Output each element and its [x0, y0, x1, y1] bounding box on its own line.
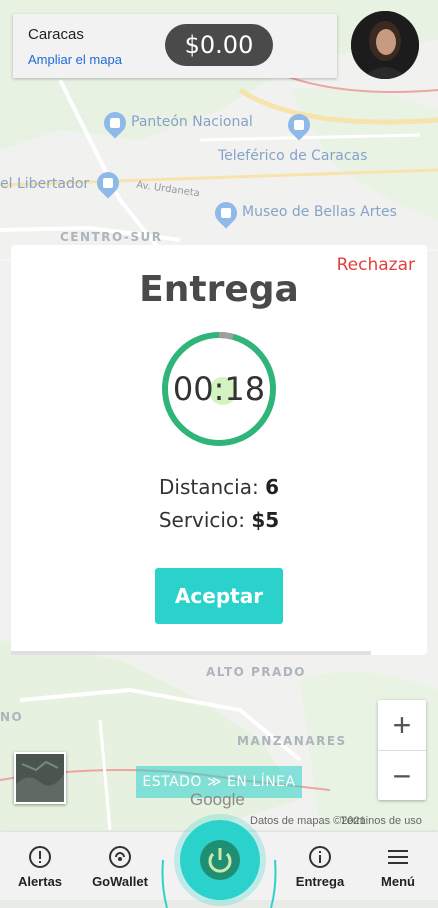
satellite-thumbnail-icon — [16, 754, 64, 802]
nav-label-wallet: GoWallet — [92, 874, 148, 889]
accept-button[interactable]: Aceptar — [155, 568, 283, 624]
zoom-controls: + − — [378, 700, 426, 800]
nav-item-wallet[interactable]: GoWallet — [82, 844, 158, 889]
city-name: Caracas — [28, 26, 84, 43]
menu-icon — [360, 844, 436, 872]
balance-badge: $0.00 — [165, 24, 273, 66]
google-logo: Google — [190, 790, 245, 809]
nav-item-delivery[interactable]: Entrega — [282, 844, 358, 889]
nav-label-alerts: Alertas — [17, 874, 63, 889]
distance-row: Distancia: 6 — [11, 475, 427, 499]
delivery-request-dialog: Rechazar Entrega 00:18 Distancia: 6 Serv… — [11, 245, 427, 655]
expand-map-link[interactable]: Ampliar el mapa — [28, 52, 122, 67]
map-type-toggle[interactable] — [14, 752, 66, 804]
dialog-progress-bar — [11, 651, 371, 655]
zoom-in-button[interactable]: + — [378, 700, 426, 750]
wallet-icon — [82, 844, 158, 872]
countdown-timer: 00:18 — [172, 370, 266, 408]
service-value: $5 — [251, 508, 280, 532]
service-label: Servicio: — [158, 508, 245, 532]
online-toggle-button[interactable] — [180, 820, 260, 900]
service-row: Servicio: $5 — [11, 508, 427, 532]
location-card: Caracas Ampliar el mapa $0.00 — [13, 14, 337, 78]
status-label: ESTADO — [142, 774, 202, 790]
nav-item-menu[interactable]: Menú — [360, 844, 436, 889]
distance-label: Distancia: — [159, 475, 259, 499]
nav-item-alerts[interactable]: Alertas — [2, 844, 78, 889]
status-separator: ≫ — [206, 774, 223, 790]
status-value: EN LÍNEA — [227, 774, 296, 790]
power-icon — [200, 840, 240, 880]
profile-photo-icon — [351, 11, 419, 79]
zoom-out-button[interactable]: − — [378, 750, 426, 801]
distance-value: 6 — [265, 475, 279, 499]
info-icon — [282, 844, 358, 872]
nav-label-delivery: Entrega — [295, 874, 345, 889]
alert-icon — [2, 844, 78, 872]
avatar[interactable] — [351, 11, 419, 79]
dialog-title: Entrega — [139, 269, 299, 310]
terms-link[interactable]: Términos de uso — [340, 815, 422, 827]
nav-label-menu: Menú — [381, 874, 415, 889]
